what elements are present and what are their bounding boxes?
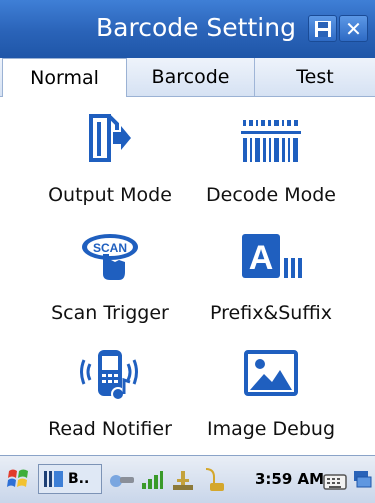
svg-text:SCAN: SCAN xyxy=(93,241,127,255)
scan-trigger-icon: SCAN xyxy=(82,234,138,280)
signal-strength-icon[interactable] xyxy=(140,464,164,494)
clock-time[interactable]: 3:59 AM xyxy=(255,470,324,488)
output-mode-item[interactable]: Output Mode xyxy=(25,112,195,212)
scan-trigger-label: Scan Trigger xyxy=(51,302,169,324)
read-notifier-label: Read Notifier xyxy=(48,418,172,440)
close-icon: ✕ xyxy=(345,16,362,41)
desktop-switcher-icon[interactable] xyxy=(352,464,372,494)
scan-trigger-item[interactable]: SCAN Scan Trigger xyxy=(25,230,195,330)
tab-normal[interactable]: Normal xyxy=(2,58,127,97)
output-mode-icon xyxy=(89,114,131,162)
title-bar: Barcode Setting ✕ xyxy=(0,0,375,58)
barcode-icon xyxy=(241,120,301,162)
taskbar: B.. 3:59 AM xyxy=(0,455,375,503)
read-notifier-item[interactable]: Read Notifier xyxy=(25,346,195,446)
image-debug-label: Image Debug xyxy=(206,418,336,440)
tab-bar: Normal Barcode Test xyxy=(0,58,375,97)
svg-text:A: A xyxy=(249,239,274,277)
taskbar-app-button[interactable]: B.. xyxy=(38,464,102,494)
prefix-suffix-icon: A xyxy=(242,234,302,278)
image-icon xyxy=(244,350,298,396)
battery-icon[interactable] xyxy=(170,464,196,494)
tab-test[interactable]: Test xyxy=(255,58,375,96)
keyboard-icon[interactable] xyxy=(322,464,348,494)
save-icon xyxy=(314,20,331,37)
window-title: Barcode Setting xyxy=(96,13,296,42)
prefix-suffix-item[interactable]: A Prefix&Suffix xyxy=(186,230,356,330)
decode-mode-item[interactable]: Decode Mode xyxy=(186,112,356,212)
app-icon xyxy=(44,471,63,487)
save-button[interactable] xyxy=(308,15,337,42)
tab-barcode[interactable]: Barcode xyxy=(127,58,255,96)
read-notifier-icon xyxy=(80,350,138,401)
output-mode-label: Output Mode xyxy=(48,184,172,206)
windows-start-icon[interactable] xyxy=(6,464,32,494)
taskbar-app-label: B.. xyxy=(68,471,90,487)
image-debug-item[interactable]: Image Debug xyxy=(186,346,356,446)
power-plug-icon[interactable] xyxy=(200,464,228,494)
prefix-suffix-label: Prefix&Suffix xyxy=(210,302,332,324)
decode-mode-label: Decode Mode xyxy=(206,184,336,206)
close-button[interactable]: ✕ xyxy=(339,15,368,42)
connectivity-icon[interactable] xyxy=(108,464,136,494)
